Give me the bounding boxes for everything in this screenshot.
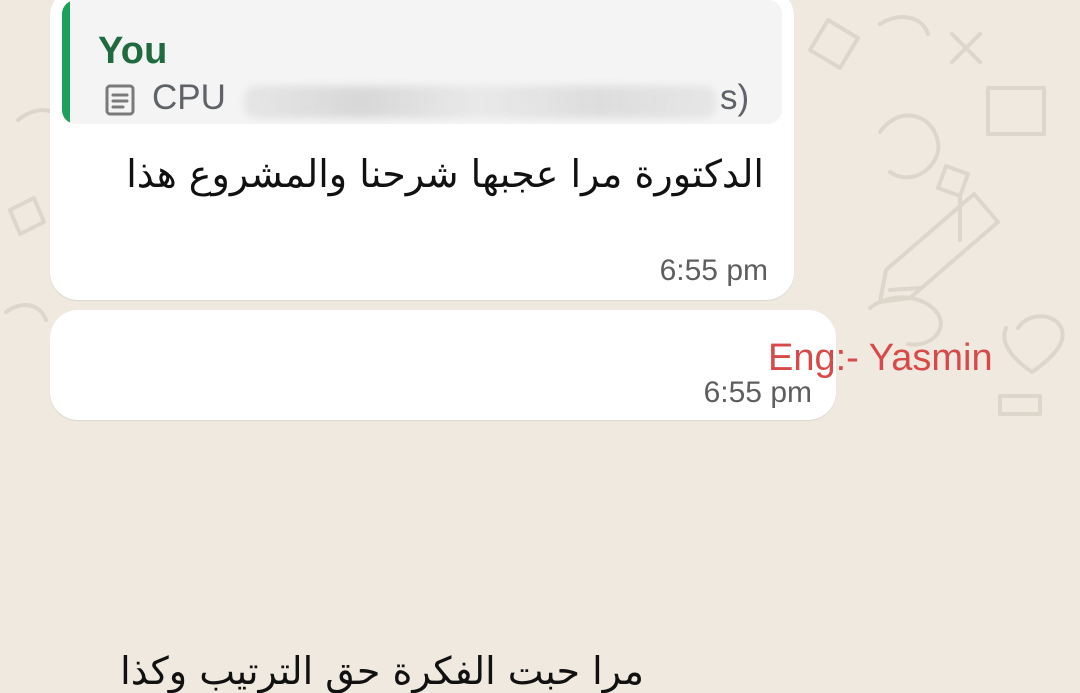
wallpaper-doodle-left-diamond [8, 196, 46, 236]
wallpaper-doodle-left-wave [4, 303, 48, 322]
quote-text-start: CPU [152, 78, 226, 117]
message-time: 6:55 pm [659, 254, 768, 287]
wallpaper-doodle-pencil [878, 192, 1000, 304]
blurred-content [244, 86, 716, 118]
wallpaper-doodle-curve [878, 15, 930, 36]
quote-author: You [98, 30, 168, 72]
wallpaper-doodle-diamond [808, 18, 860, 70]
message-bubble-outgoing[interactable]: You CPU s) الدكتورة مرا عجبها شرحنا والم… [50, 0, 794, 300]
sender-name[interactable]: Eng:- Yasmin [768, 337, 993, 380]
quoted-message[interactable]: You CPU s) [62, 0, 782, 124]
wallpaper-doodle-rect [998, 394, 1042, 416]
wallpaper-doodle-rhombus [936, 164, 970, 198]
wallpaper-doodle-cross [950, 32, 982, 64]
message-time: 6:55 pm [703, 376, 812, 409]
wallpaper-doodle-heart [1002, 314, 1065, 374]
quote-accent-bar [62, 0, 70, 124]
document-icon [105, 84, 135, 116]
wallpaper-doodle-loop [878, 113, 941, 180]
wallpaper-doodle-pencil-tip [888, 286, 922, 292]
message-text: الدكتورة مرا عجبها شرحنا والمشروع هذا [126, 152, 764, 196]
wallpaper-doodle-box [986, 86, 1046, 136]
message-bubble-reply[interactable]: مرا حبت الفكرة حق الترتيب وكذا 6:55 pm [50, 310, 836, 693]
message-text: مرا حبت الفكرة حق الترتيب وكذا [120, 649, 644, 693]
quote-text-end: s) [720, 78, 750, 117]
